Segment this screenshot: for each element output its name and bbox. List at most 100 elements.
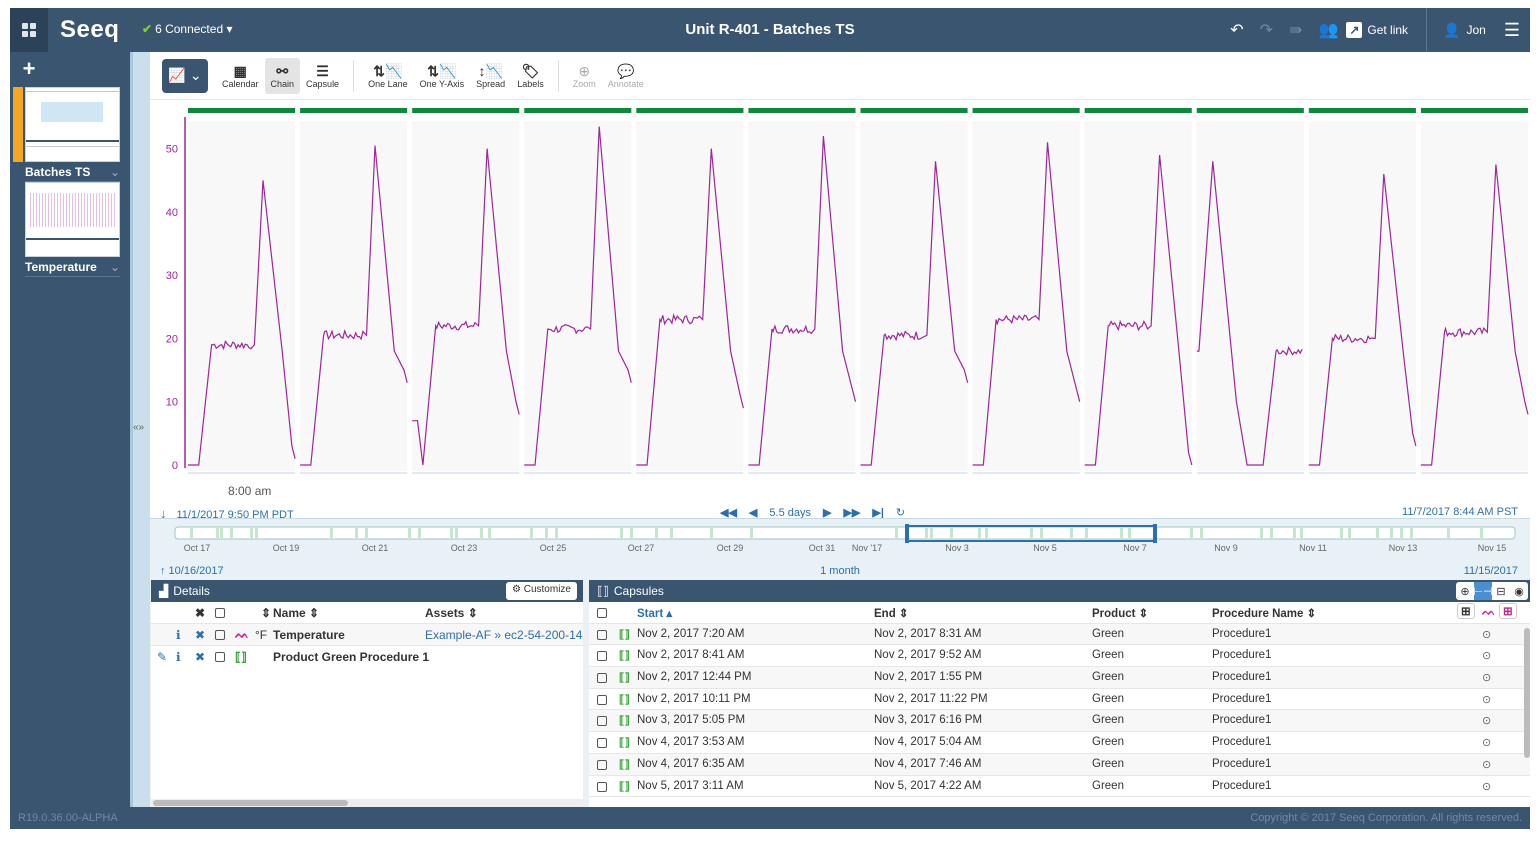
get-link-button[interactable]: ↗ Get link [1346,22,1408,38]
spread-button[interactable]: ↕📉 Spread [470,58,511,94]
row-checkbox[interactable] [597,781,607,792]
panel-splitter[interactable]: «» [130,52,150,807]
connection-status[interactable]: ✔ 6 Connected ▾ [142,22,233,36]
asset-link[interactable]: Example-AF » ec2-54-200-148- [425,628,583,642]
chevron-down-icon[interactable]: ⌄ [110,260,120,274]
row-checkbox[interactable] [597,629,607,640]
navigator-duration[interactable]: 1 month [820,565,860,577]
worksheet-thumbnail-batches-ts[interactable] [25,87,120,162]
calendar-button[interactable]: ▦ Calendar [216,58,265,94]
one-lane-button[interactable]: ⇅📉 One Lane [362,58,414,94]
info-icon[interactable]: ℹ [176,650,181,664]
info-icon[interactable]: ℹ [176,628,181,642]
capsule-mark [190,528,193,538]
assets-column-header[interactable]: Assets ⇕ [425,606,478,620]
user-menu[interactable]: 👤 Jon [1443,22,1486,39]
eye-icon[interactable]: ⊙ [1482,780,1491,793]
investigate-range-navigator[interactable]: Oct 17 Oct 19 Oct 21 Oct 23 Oct 25 Oct 27 Oct … [150,518,1530,580]
row-checkbox[interactable] [215,652,225,662]
remove-icon[interactable]: ✖ [195,650,205,664]
capsule-row[interactable]: ⟦⟧ Nov 5, 2017 3:11 AM Nov 5, 2017 4:22 AM… [589,776,1530,798]
labels-button[interactable]: 🏷 Labels [511,58,550,94]
edit-icon[interactable]: ✎ [157,650,167,664]
eye-icon[interactable]: ⊙ [1482,758,1491,771]
capsule-lane [860,121,968,471]
customize-button[interactable]: ⚙ Customize [506,582,577,600]
capsule-row[interactable]: ⟦⟧ Nov 3, 2017 5:05 PM Nov 3, 2017 6:16 PM… [589,710,1530,733]
details-row[interactable]: ℹ ✖ ᨓ °F Temperature Example-AF » ec2-54… [151,624,583,646]
app-grid-button[interactable] [10,8,48,52]
seeq-logo[interactable]: Seeq [60,16,119,44]
row-checkbox[interactable] [597,759,607,770]
row-checkbox[interactable] [597,694,607,705]
hamburger-menu-icon[interactable]: ☰ [1504,20,1520,41]
eye-icon[interactable]: ⊙ [1482,693,1491,706]
collapse-icon[interactable]: ⊟ [1492,582,1510,600]
horizontal-scrollbar[interactable] [151,799,583,807]
add-worksheet-button[interactable]: + [10,56,48,82]
eye-icon[interactable]: ⊙ [1482,714,1491,727]
add-signal-column-icon[interactable]: ⊞ [1499,603,1517,619]
worksheet-item-temperature[interactable]: Temperature ⌄ [25,260,120,277]
redo-icon[interactable]: ↷ [1260,20,1273,40]
display-range-duration[interactable]: 5.5 days [769,507,811,519]
capsule-mark [1120,528,1123,538]
capsule-start: Nov 2, 2017 10:11 PM [637,692,751,705]
zoom-button[interactable]: ⊕ Zoom [567,58,602,94]
remove-icon[interactable]: ✖ [195,628,205,642]
eye-icon[interactable]: ◉ [1510,582,1528,600]
procedure-column-header[interactable]: Procedure Name ⇕ [1212,606,1316,620]
row-checkbox[interactable] [597,716,607,727]
one-y-axis-button[interactable]: ⇅📉 One Y-Axis [414,58,471,94]
worksheet-item-batches-ts[interactable]: Batches TS ⌄ [25,165,120,182]
row-checkbox[interactable] [597,673,607,684]
zoom-to-capsule-icon[interactable]: ⊕ [1456,582,1474,600]
eye-icon[interactable]: ⊙ [1482,671,1491,684]
navigator-end-date[interactable]: 11/15/2017 [1464,565,1518,577]
range-handle-left[interactable] [905,524,909,543]
users-icon[interactable]: 👥 [1318,20,1338,40]
worksheet-thumbnail-temperature[interactable] [25,182,120,257]
trend-chart[interactable]: 0 10 20 30 40 50 8:00 am [150,100,1530,500]
row-checkbox[interactable] [215,630,225,640]
version-label: R19.0.36.00-ALPHA [18,812,118,824]
view-selector-button[interactable]: 📈 ⌄ [162,58,208,93]
button-label: Chain [270,78,295,89]
capsule-row[interactable]: ⟦⟧ Nov 4, 2017 6:35 AM Nov 4, 2017 7:46 AM… [589,753,1530,776]
capsule-row[interactable]: ⟦⟧ Nov 2, 2017 12:44 PM Nov 2, 2017 1:55 P… [589,667,1530,689]
start-column-header[interactable]: Start ▴ [637,606,672,620]
chevron-down-icon[interactable]: ⌄ [110,165,120,179]
eye-icon[interactable]: ⊙ [1482,736,1491,749]
redo-all-icon[interactable]: ⇛ [1289,20,1302,40]
undo-icon[interactable]: ↶ [1230,20,1243,40]
product-column-header[interactable]: Product ⇕ [1092,606,1148,620]
add-column-icon[interactable]: ⊞ [1457,603,1475,619]
row-checkbox[interactable] [597,651,607,662]
collapse-expand-icon[interactable]: «» [133,422,144,433]
name-column-header[interactable]: Name ⇕ [273,606,319,620]
capsule-button[interactable]: ☰ Capsule [300,58,345,94]
annotate-button[interactable]: 💬 Annotate [602,58,650,94]
capsule-mark [255,528,258,538]
capsule-width-icon[interactable]: ⊢⊣ [1473,582,1493,600]
navigator-chart[interactable]: Oct 17 Oct 19 Oct 21 Oct 23 Oct 25 Oct 27 Oct … [150,519,1530,581]
capsule-row[interactable]: ⟦⟧ Nov 2, 2017 10:11 PM Nov 2, 2017 11:22 … [589,689,1530,711]
chain-button[interactable]: ⚯ Chain [264,57,301,94]
details-row[interactable]: ✎ ℹ ✖ ⟦⟧ Product Green Procedure 1 [151,646,583,668]
select-all-checkbox[interactable] [215,608,225,618]
remove-all-icon[interactable]: ✖ [195,606,205,620]
sort-icon[interactable]: ⇕ [261,606,271,620]
capsule-row[interactable]: ⟦⟧ Nov 2, 2017 7:20 AM Nov 2, 2017 8:31 AM… [589,623,1530,646]
eye-icon[interactable]: ⊙ [1482,628,1491,641]
vertical-scrollbar[interactable] [1524,628,1530,758]
scrollbar-thumb[interactable] [153,800,348,806]
row-checkbox[interactable] [597,738,607,749]
end-column-header[interactable]: End ⇕ [874,606,909,620]
select-all-checkbox[interactable] [597,608,607,618]
range-handle-right[interactable] [1153,524,1157,543]
eye-icon[interactable]: ⊙ [1482,649,1491,662]
navigator-start-date[interactable]: ↑ 10/16/2017 [160,565,224,577]
display-range-end[interactable]: 11/7/2017 8:44 AM PST [1402,506,1518,518]
capsule-row[interactable]: ⟦⟧ Nov 2, 2017 8:41 AM Nov 2, 2017 9:52 AM… [589,645,1530,668]
capsule-row[interactable]: ⟦⟧ Nov 4, 2017 3:53 AM Nov 4, 2017 5:04 AM… [589,732,1530,754]
